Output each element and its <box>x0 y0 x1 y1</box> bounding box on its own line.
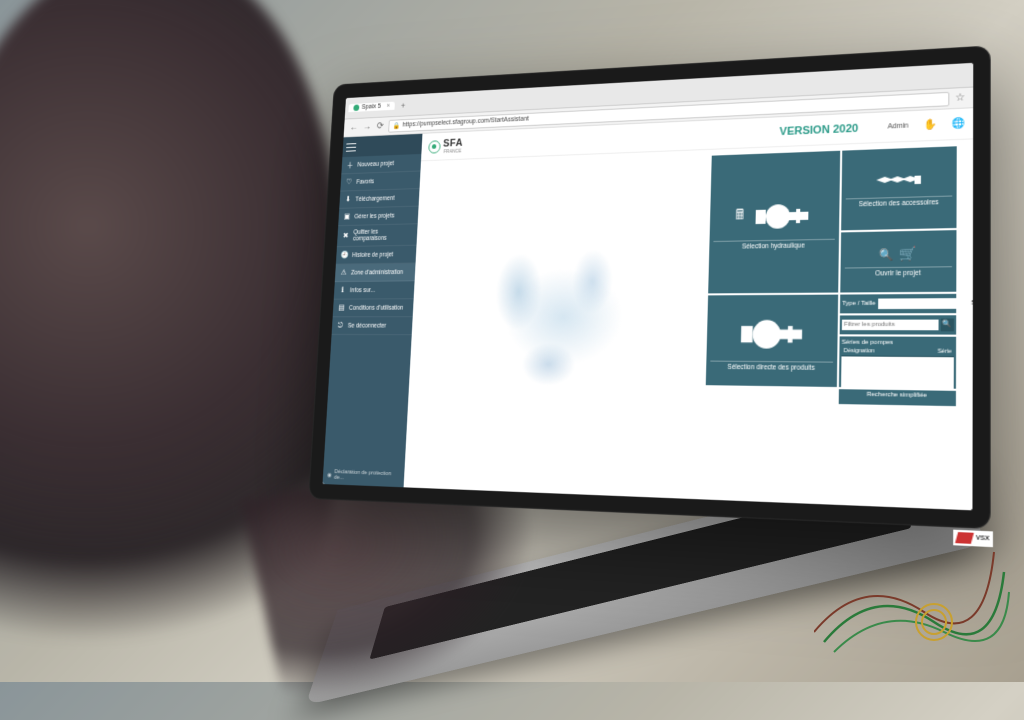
laptop-screen: Spaix 5 × + ← → ⟳ 🔒 https://pumpselect.s… <box>308 45 990 529</box>
search-row-type: Type / Taille 50 Hz 🔍 <box>840 294 956 314</box>
tile-open-project[interactable]: 🔍 🛒 Ouvrir le projet VSX <box>840 230 956 292</box>
type-label: Type / Taille <box>842 301 875 307</box>
tile-direct-selection[interactable]: Sélection directe des produits <box>706 295 838 387</box>
cart-icon: 🛒 <box>900 246 918 263</box>
sidebar-item-label: Gérer les projets <box>354 212 394 219</box>
filter-input[interactable] <box>842 320 939 331</box>
lock-icon: 🔒 <box>393 122 401 130</box>
sidebar-item-label: Se déconnecter <box>348 322 387 329</box>
sidebar-item-download[interactable]: ⬇ Téléchargement <box>339 189 419 209</box>
sidebar-item-label: Favoris <box>356 178 374 185</box>
sidebar-item-label: Téléchargement <box>355 195 394 203</box>
user-label[interactable]: Admin <box>888 122 909 130</box>
close-icon[interactable]: × <box>387 103 391 109</box>
sidebar-footer-label: Déclaration de protection de... <box>334 469 400 483</box>
doc-icon: ▤ <box>337 303 346 312</box>
clock-icon: 🕘 <box>340 251 349 260</box>
search-footer-label: Recherche simplifiée <box>867 392 927 399</box>
download-icon: ⬇ <box>344 195 353 204</box>
sidebar-item-terms[interactable]: ▤ Conditions d'utilisation <box>333 299 414 317</box>
sidebar-footer[interactable]: ◉ Déclaration de protection de... <box>323 465 405 487</box>
heart-icon: ♡ <box>345 178 354 187</box>
col-designation: Désignation <box>844 348 875 355</box>
sidebar-item-label: Zone d'administration <box>351 269 403 276</box>
pump-icon <box>735 309 807 357</box>
url-text: https://pumpselect.sfagroup.com/StartAss… <box>402 116 529 129</box>
sidebar-item-admin[interactable]: ⚠ Zone d'administration <box>335 263 416 282</box>
info-icon: ℹ <box>338 286 347 295</box>
tile-hydraulic-selection[interactable]: 🖩 Sélection hydraulique <box>708 151 840 294</box>
sidebar-item-label: Quitter les comparaisons <box>353 228 413 242</box>
sidebar-item-label: Histoire de projet <box>352 251 393 258</box>
main-area: SFA FRANCE VERSION 2020 Admin ✋ 🌐 <box>404 108 974 510</box>
forward-button[interactable]: → <box>362 121 373 132</box>
tile-label: Sélection directe des produits <box>710 361 833 373</box>
brand: SFA FRANCE <box>428 137 463 155</box>
version-label: VERSION 2020 <box>779 122 858 137</box>
tile-label: Ouvrir le projet <box>845 266 952 278</box>
tile-accessories[interactable]: Sélection des accessoires <box>841 146 957 230</box>
favorites-button[interactable]: ☆ <box>954 91 967 104</box>
sidebar-item-label: Infos sur... <box>350 287 375 294</box>
type-input[interactable] <box>878 298 967 309</box>
series-panel: Séries de pompes Désignation Série <box>839 336 956 388</box>
screw-icon <box>874 169 923 193</box>
tile-grid: 🖩 Sélection hydraulique <box>703 146 964 501</box>
app-root: ＋ Nouveau projet ♡ Favoris ⬇ Téléchargem… <box>323 108 974 510</box>
search-icon: 🔍 <box>879 248 894 262</box>
plus-icon: ＋ <box>346 160 355 169</box>
x-icon: ✖ <box>341 231 350 240</box>
sidebar-item-quit-compare[interactable]: ✖ Quitter les comparaisons <box>337 224 418 247</box>
new-tab-button[interactable]: + <box>398 100 408 110</box>
sidebar-item-label: Conditions d'utilisation <box>349 304 404 311</box>
sidebar-item-manage-projects[interactable]: ▣ Gérer les projets <box>338 207 418 227</box>
back-button[interactable]: ← <box>349 122 359 133</box>
search-row-filter: 🔍 <box>840 315 957 334</box>
search-button[interactable]: 🔍 <box>941 318 954 331</box>
warning-icon: ⚠ <box>339 268 348 277</box>
shield-icon: ◉ <box>327 471 332 478</box>
brand-logo-icon <box>428 140 441 153</box>
tab-title: Spaix 5 <box>361 103 381 110</box>
pump-icon <box>751 194 813 236</box>
search-footer[interactable]: Recherche simplifiée <box>839 389 956 406</box>
sidebar-item-history[interactable]: 🕘 Histoire de projet <box>336 246 417 265</box>
sidebar-item-about[interactable]: ℹ Infos sur... <box>334 281 415 299</box>
freq-label[interactable]: 50 Hz <box>969 300 973 307</box>
col-series: Série <box>937 349 951 356</box>
hamburger-icon[interactable] <box>346 141 356 152</box>
tab-favicon <box>353 104 359 111</box>
water-splash-image <box>459 221 651 421</box>
brand-name: SFA <box>443 137 463 149</box>
calculator-icon: 🖩 <box>735 204 744 228</box>
hero-image-area <box>407 156 705 491</box>
logout-icon: ⎋ <box>336 321 345 330</box>
globe-icon[interactable]: 🌐 <box>951 117 964 130</box>
tile-label: Sélection des accessoires <box>846 195 953 208</box>
reload-button[interactable]: ⟳ <box>375 121 386 132</box>
brand-sub: FRANCE <box>443 148 462 154</box>
hand-icon[interactable]: ✋ <box>923 119 936 132</box>
sidebar-item-logout[interactable]: ⎋ Se déconnecter <box>332 317 413 335</box>
tile-label: Sélection hydraulique <box>713 239 835 251</box>
browser-tab[interactable]: Spaix 5 × <box>348 102 395 113</box>
folder-icon: ▣ <box>343 212 352 221</box>
sidebar-item-label: Nouveau projet <box>357 160 394 168</box>
content: 🖩 Sélection hydraulique <box>404 139 974 510</box>
